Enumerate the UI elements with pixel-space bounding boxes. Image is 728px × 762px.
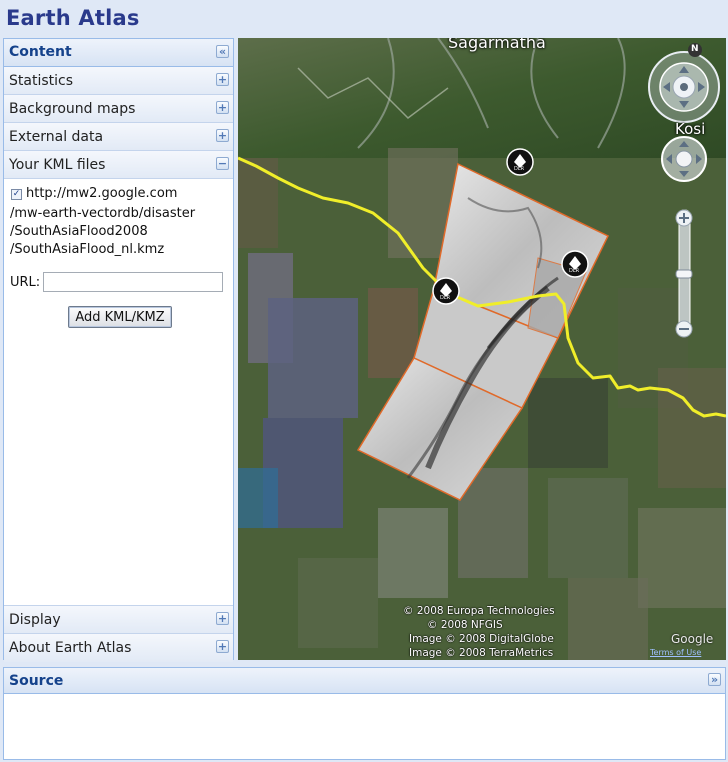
kml-files-body: ✓ http://mw2.google.com /mw-earth-vector…: [4, 179, 233, 606]
plus-icon[interactable]: +: [216, 612, 229, 625]
accordion-background-maps[interactable]: Background maps +: [4, 95, 233, 123]
kml-file-path-line: http://mw2.google.com: [26, 186, 178, 201]
accordion-about-earth-atlas[interactable]: About Earth Atlas +: [4, 634, 233, 662]
accordion-label: About Earth Atlas: [9, 640, 132, 656]
double-chevron-left-icon[interactable]: «: [216, 45, 229, 58]
accordion-label: Background maps: [9, 101, 136, 117]
content-panel-title: Content: [9, 44, 72, 60]
satellite-imagery: [238, 38, 726, 660]
plus-icon[interactable]: +: [216, 129, 229, 142]
kml-file-path-line: /SouthAsiaFlood2008: [10, 224, 148, 239]
content-panel-header: Content «: [4, 39, 233, 67]
place-label: Sagarmatha: [448, 38, 546, 52]
google-logo: Google: [671, 632, 714, 646]
accordion-external-data[interactable]: External data +: [4, 123, 233, 151]
plus-icon[interactable]: +: [216, 101, 229, 114]
marker-label: DLR: [440, 295, 451, 301]
add-kml-button[interactable]: Add KML/KMZ: [68, 306, 172, 328]
url-input[interactable]: [43, 272, 223, 292]
minus-icon[interactable]: −: [216, 157, 229, 170]
accordion-display[interactable]: Display +: [4, 606, 233, 634]
marker-label: DLR: [514, 166, 525, 172]
map-credit: Image © 2008 DigitalGlobe: [409, 633, 554, 645]
kml-file-path-line: /mw-earth-vectordb/disaster: [10, 206, 196, 221]
accordion-label: Statistics: [9, 73, 73, 89]
app-title: Earth Atlas: [6, 6, 140, 30]
source-panel-title: Source: [9, 673, 64, 689]
accordion-your-kml-files[interactable]: Your KML files −: [4, 151, 233, 179]
double-chevron-down-icon[interactable]: »: [708, 673, 721, 686]
source-panel-header: Source »: [4, 668, 725, 694]
map-credit: © 2008 Europa Technologies: [403, 605, 555, 617]
marker-label: DLR: [569, 268, 580, 274]
accordion-label: External data: [9, 129, 104, 145]
map-credit: © 2008 NFGIS: [427, 619, 503, 631]
kml-file-path-line: /SouthAsiaFlood_nl.kmz: [10, 242, 165, 257]
plus-icon[interactable]: +: [216, 640, 229, 653]
app-window: Earth Atlas Content « Statistics + Backg…: [0, 0, 728, 762]
terms-link[interactable]: Terms of Use: [650, 648, 701, 657]
plus-icon[interactable]: +: [216, 73, 229, 86]
earth-map[interactable]: Sagarmatha Kosi N DLR DLR DLR © 2008 Eur…: [238, 38, 726, 660]
source-panel: Source »: [3, 667, 726, 760]
pan-hand-icon[interactable]: [661, 136, 707, 182]
kml-file-checkbox[interactable]: ✓: [11, 189, 22, 200]
place-label: Kosi: [675, 120, 706, 138]
accordion-statistics[interactable]: Statistics +: [4, 67, 233, 95]
accordion-label: Display: [9, 612, 61, 628]
url-label: URL:: [10, 275, 41, 290]
accordion-label: Your KML files: [9, 157, 106, 173]
compass-north-label: N: [691, 44, 699, 54]
content-panel: Content « Statistics + Background maps +…: [3, 38, 234, 662]
map-credit: Image © 2008 TerraMetrics: [409, 647, 554, 659]
